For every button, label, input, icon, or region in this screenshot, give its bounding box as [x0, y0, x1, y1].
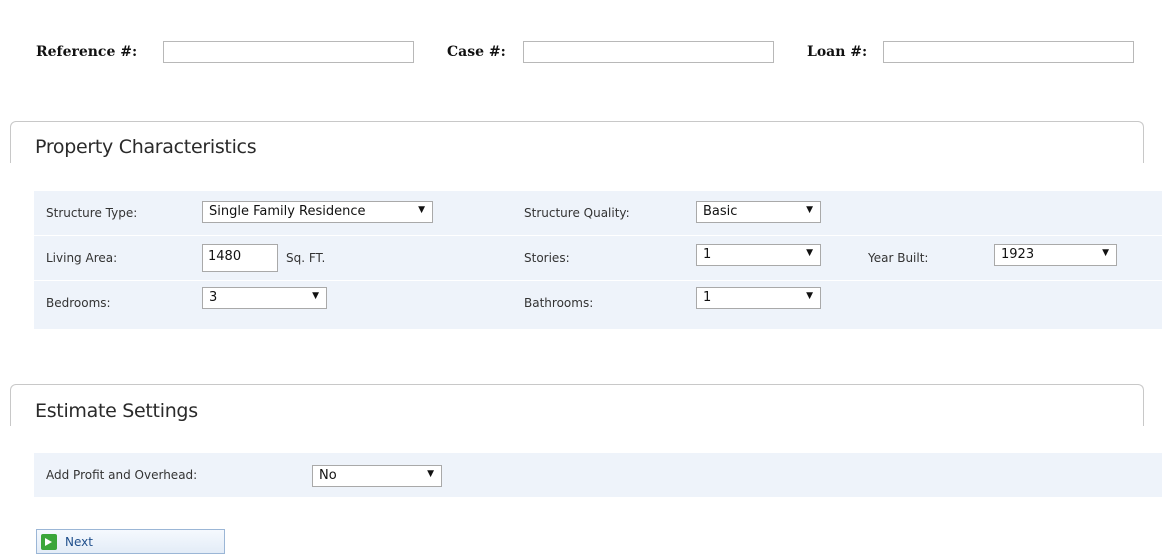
living-area-unit: Sq. FT.	[286, 251, 326, 265]
stories-select[interactable]: 1 ▼	[696, 244, 821, 266]
stories-value: 1	[703, 247, 712, 262]
structure-type-label: Structure Type:	[46, 206, 138, 220]
bedrooms-select[interactable]: 3 ▼	[202, 287, 327, 309]
profit-overhead-select[interactable]: No ▼	[312, 465, 442, 487]
bathrooms-label: Bathrooms:	[524, 296, 594, 310]
profit-overhead-label: Add Profit and Overhead:	[46, 468, 198, 482]
chevron-down-icon: ▼	[1102, 248, 1109, 258]
living-area-label: Living Area:	[46, 251, 118, 265]
property-row-structure: Structure Type: Single Family Residence …	[34, 191, 1162, 236]
loan-input[interactable]	[883, 41, 1134, 63]
reference-input[interactable]	[163, 41, 414, 63]
chevron-down-icon: ▼	[418, 205, 425, 215]
chevron-down-icon: ▼	[312, 291, 319, 301]
chevron-down-icon: ▼	[806, 205, 813, 215]
property-form: Structure Type: Single Family Residence …	[34, 191, 1162, 329]
estimate-row-profit: Add Profit and Overhead: No ▼	[34, 453, 1162, 497]
case-label: Case #:	[447, 44, 506, 60]
living-area-input[interactable]: 1480	[202, 244, 278, 272]
property-row-rooms: Bedrooms: 3 ▼ Bathrooms: 1 ▼	[34, 281, 1162, 325]
bathrooms-value: 1	[703, 290, 712, 305]
structure-quality-label: Structure Quality:	[524, 206, 630, 220]
structure-quality-value: Basic	[703, 204, 738, 219]
estimate-section-title: Estimate Settings	[35, 400, 198, 422]
stories-label: Stories:	[524, 251, 570, 265]
property-section-title: Property Characteristics	[35, 136, 257, 158]
bathrooms-select[interactable]: 1 ▼	[696, 287, 821, 309]
arrow-right-icon	[41, 534, 57, 550]
structure-quality-select[interactable]: Basic ▼	[696, 201, 821, 223]
year-built-label: Year Built:	[868, 251, 929, 265]
bedrooms-label: Bedrooms:	[46, 296, 111, 310]
chevron-down-icon: ▼	[806, 248, 813, 258]
chevron-down-icon: ▼	[806, 291, 813, 301]
chevron-down-icon: ▼	[427, 469, 434, 479]
bedrooms-value: 3	[209, 290, 218, 305]
estimate-form: Add Profit and Overhead: No ▼	[34, 453, 1162, 497]
loan-label: Loan #:	[807, 44, 868, 60]
reference-label: Reference #:	[36, 44, 138, 60]
next-button-label: Next	[65, 535, 93, 549]
year-built-value: 1923	[1001, 247, 1035, 262]
next-button[interactable]: Next	[36, 529, 225, 554]
structure-type-value: Single Family Residence	[209, 204, 366, 219]
year-built-select[interactable]: 1923 ▼	[994, 244, 1117, 266]
profit-overhead-value: No	[319, 468, 337, 483]
case-input[interactable]	[523, 41, 774, 63]
identifier-row: Reference #: Case #: Loan #:	[0, 41, 1162, 65]
property-row-area: Living Area: 1480 Sq. FT. Stories: 1 ▼ Y…	[34, 236, 1162, 281]
structure-type-select[interactable]: Single Family Residence ▼	[202, 201, 433, 223]
